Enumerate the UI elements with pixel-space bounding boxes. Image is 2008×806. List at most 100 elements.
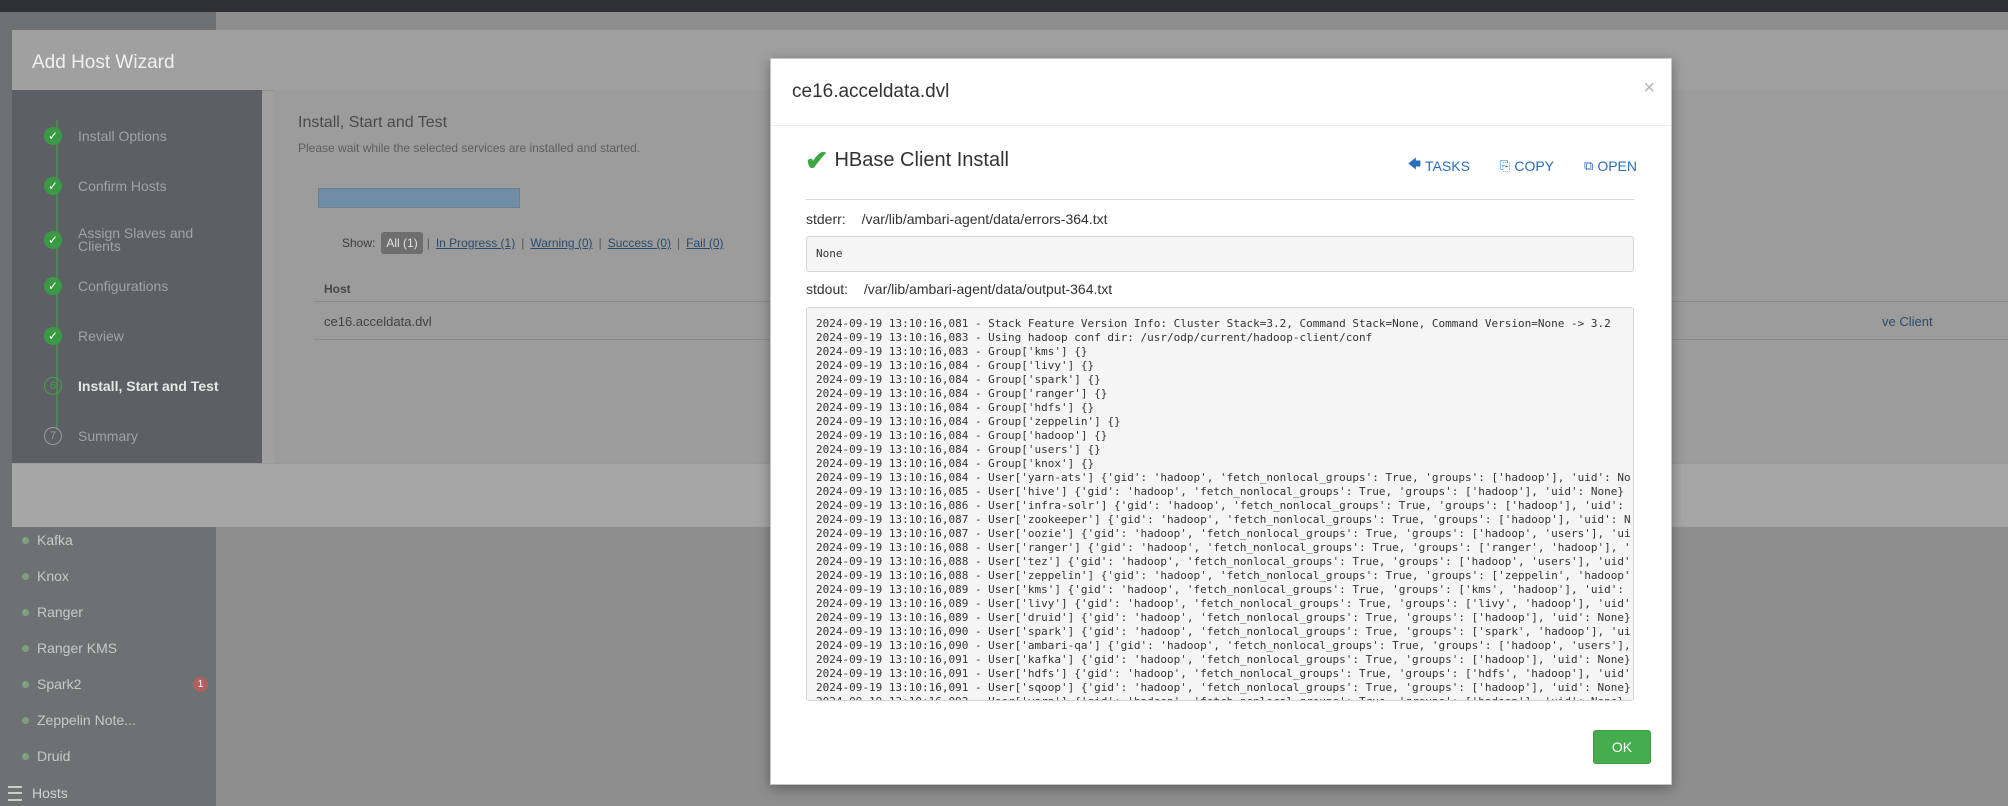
service-list: Kafka Knox Ranger Ranger KMS Spark2 1 Zep… — [0, 522, 216, 774]
task-title: HBase Client Install — [834, 149, 1009, 171]
filter-fail[interactable]: Fail (0) — [686, 236, 723, 250]
modal-title: ce16.acceldata.dvl — [792, 81, 950, 102]
sidebar-item-label: Zeppelin Note... — [37, 712, 136, 728]
log-line: 2024-09-19 13:10:16,081 - Stack Feature … — [816, 317, 1611, 330]
sidebar-item-spark2[interactable]: Spark2 1 — [0, 666, 216, 702]
close-icon[interactable]: × — [1643, 77, 1655, 100]
step-install-start-test[interactable]: 6 Install, Start and Test — [44, 377, 228, 395]
sidebar-item-ranger[interactable]: Ranger — [0, 594, 216, 630]
filter-in-progress[interactable]: In Progress (1) — [436, 236, 515, 250]
log-line: 2024-09-19 13:10:16,084 - Group['knox'] … — [816, 457, 1095, 470]
log-line: 2024-09-19 13:10:16,092 - User['yarn'] {… — [816, 695, 1631, 700]
stderr-path: /var/lib/ambari-agent/data/errors-364.tx… — [861, 211, 1108, 227]
status-dot-icon — [22, 680, 29, 688]
step-label: Assign Slaves and Clients — [78, 225, 194, 254]
log-line: 2024-09-19 13:10:16,089 - User['kms'] {'… — [816, 583, 1631, 596]
log-line: 2024-09-19 13:10:16,087 - User['oozie'] … — [816, 527, 1631, 540]
log-line: 2024-09-19 13:10:16,084 - Group['spark']… — [816, 373, 1101, 386]
progress-bar — [318, 188, 520, 208]
separator: | — [677, 236, 681, 250]
sidebar-item-zeppelin[interactable]: Zeppelin Note... — [0, 702, 216, 738]
step-subtitle: Please wait while the selected services … — [298, 141, 641, 155]
step-number: 6 — [44, 377, 62, 395]
wizard-steps: ✓ Install Options ✓ Confirm Hosts ✓ Assign … — [12, 90, 262, 463]
log-line: 2024-09-19 13:10:16,084 - Group['livy'] … — [816, 359, 1095, 372]
tasks-label: TASKS — [1425, 158, 1470, 174]
stderr-content: None — [816, 247, 843, 260]
sidebar-item-label: Kafka — [37, 532, 73, 548]
step-summary[interactable]: 7 Summary — [44, 427, 228, 445]
sidebar-item-label: Hosts — [32, 785, 68, 801]
step-install-options[interactable]: ✓ Install Options — [44, 127, 228, 145]
copy-label: COPY — [1514, 158, 1555, 174]
log-line: 2024-09-19 13:10:16,086 - User['infra-so… — [816, 499, 1631, 512]
task-actions: 🡄 TASKS ⎘ COPY ⧉ OPEN — [1408, 155, 1637, 177]
tasks-button[interactable]: 🡄 TASKS — [1408, 155, 1470, 177]
stdout-path: /var/lib/ambari-agent/data/output-364.tx… — [863, 281, 1113, 297]
sidebar-item-knox[interactable]: Knox — [0, 558, 216, 594]
task-log-modal: ce16.acceldata.dvl × ✔ HBase Client Inst… — [770, 58, 1672, 785]
check-icon: ✓ — [44, 231, 62, 249]
stdout-row: stdout: /var/lib/ambari-agent/data/outpu… — [806, 281, 1112, 297]
check-icon: ✓ — [44, 327, 62, 345]
step-label: Review — [78, 327, 124, 344]
separator: | — [426, 236, 430, 250]
stderr-output[interactable]: None — [806, 236, 1634, 272]
log-line: 2024-09-19 13:10:16,089 - User['livy'] {… — [816, 597, 1631, 610]
wizard-title: Add Host Wizard — [32, 52, 175, 73]
check-icon: ✓ — [44, 177, 62, 195]
sidebar-item-druid[interactable]: Druid — [0, 738, 216, 774]
log-line: 2024-09-19 13:10:16,083 - Group['kms'] {… — [816, 345, 1088, 358]
log-line: 2024-09-19 13:10:16,083 - Using hadoop c… — [816, 331, 1373, 344]
task-header: ✔ HBase Client Install — [805, 144, 1009, 176]
filter-success[interactable]: Success (0) — [608, 236, 671, 250]
status-dot-icon — [22, 752, 29, 760]
copy-button[interactable]: ⎘ COPY — [1500, 155, 1554, 177]
filter-warning[interactable]: Warning (0) — [530, 236, 592, 250]
divider — [805, 199, 1635, 200]
sidebar-item-label: Ranger KMS — [37, 640, 118, 656]
status-dot-icon — [22, 536, 29, 544]
sidebar-item-kafka[interactable]: Kafka — [0, 522, 216, 558]
check-icon: ✔ — [805, 144, 829, 176]
show-label: Show: — [342, 236, 376, 250]
stdout-output[interactable]: 2024-09-19 13:10:16,081 - Stack Feature … — [806, 307, 1634, 701]
log-line: 2024-09-19 13:10:16,090 - User['ambari-q… — [816, 639, 1631, 652]
host-message-link[interactable]: ve Client — [1882, 314, 1933, 329]
step-label: Confirm Hosts — [78, 177, 167, 194]
log-line: 2024-09-19 13:10:16,084 - User['yarn-ats… — [816, 471, 1631, 484]
host-name: ce16.acceldata.dvl — [324, 314, 432, 329]
log-line: 2024-09-19 13:10:16,087 - User['zookeepe… — [816, 513, 1631, 526]
sidebar-item-hosts[interactable]: Hosts — [0, 780, 68, 806]
host-column-header: Host — [324, 282, 351, 296]
sidebar-item-label: Druid — [37, 748, 71, 764]
step-label: Summary — [78, 427, 138, 444]
log-line: 2024-09-19 13:10:16,091 - User['kafka'] … — [816, 653, 1631, 666]
log-line: 2024-09-19 13:10:16,089 - User['druid'] … — [816, 611, 1631, 624]
step-number: 7 — [44, 427, 62, 445]
ok-button[interactable]: OK — [1593, 730, 1651, 764]
arrow-left-icon: 🡄 — [1407, 156, 1422, 171]
log-line: 2024-09-19 13:10:16,091 - User['sqoop'] … — [816, 681, 1631, 694]
step-configurations[interactable]: ✓ Configurations — [44, 277, 228, 295]
external-link-icon: ⧉ — [1584, 158, 1594, 173]
stderr-label: stderr: — [806, 211, 846, 227]
log-line: 2024-09-19 13:10:16,088 - User['tez'] {'… — [816, 555, 1631, 568]
open-button[interactable]: ⧉ OPEN — [1584, 155, 1637, 177]
status-dot-icon — [22, 572, 29, 580]
log-line: 2024-09-19 13:10:16,088 - User['zeppelin… — [816, 569, 1631, 582]
step-assign-slaves[interactable]: ✓ Assign Slaves and Clients — [44, 225, 228, 254]
open-label: OPEN — [1597, 158, 1637, 174]
log-line: 2024-09-19 13:10:16,084 - Group['hdfs'] … — [816, 401, 1095, 414]
sidebar-item-label: Knox — [37, 568, 69, 584]
filter-all[interactable]: All (1) — [381, 232, 423, 254]
alert-badge: 1 — [193, 677, 208, 692]
step-confirm-hosts[interactable]: ✓ Confirm Hosts — [44, 177, 228, 195]
stdout-label: stdout: — [806, 281, 849, 297]
log-line: 2024-09-19 13:10:16,084 - Group['zeppeli… — [816, 415, 1121, 428]
step-review[interactable]: ✓ Review — [44, 327, 228, 345]
sidebar-item-label: Spark2 — [37, 676, 82, 692]
check-icon: ✓ — [44, 277, 62, 295]
sidebar-item-ranger-kms[interactable]: Ranger KMS — [0, 630, 216, 666]
log-line: 2024-09-19 13:10:16,084 - Group['users']… — [816, 443, 1101, 456]
